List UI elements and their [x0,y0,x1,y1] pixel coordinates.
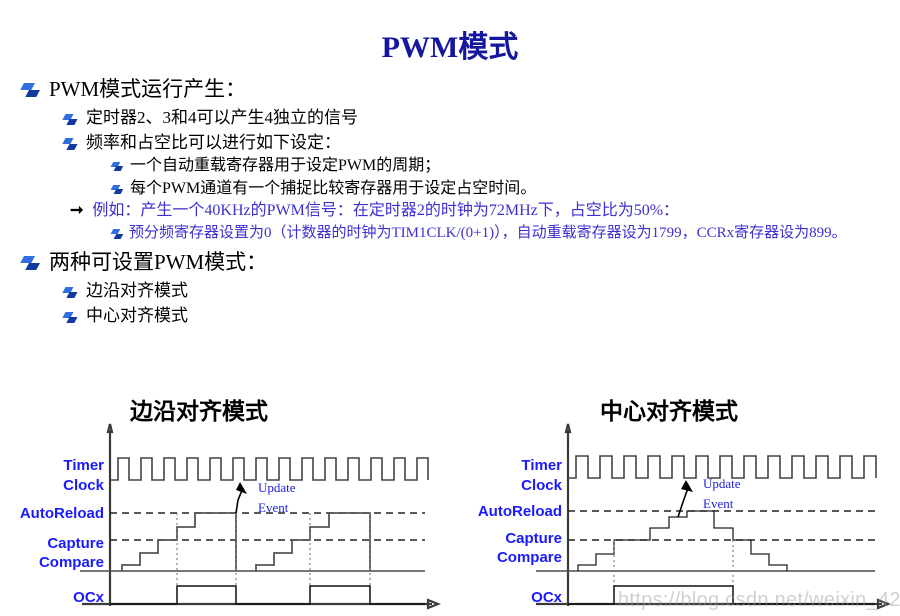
list-item-label: 定时器2、3和4可以产生4独立的信号 [86,107,358,127]
label-timer: Timer [521,457,562,474]
label-compare: Compare [497,549,562,566]
arrow-right-icon: ➞ [70,202,84,220]
list-item-label: PWM模式运行产生： [49,77,247,101]
label-clock: Clock [63,477,105,494]
list-item-example: ➞ 例如：产生一个40KHz的PWM信号：在定时器2的时钟为72MHz下，占空比… [70,201,900,221]
list-item: 频率和占空比可以进行如下设定： [62,132,900,154]
list-item: 中心对齐模式 [62,305,900,327]
label-autoreload: AutoReload [478,503,562,520]
list-item: PWM模式运行产生： [20,76,900,103]
list-item-label: 频率和占空比可以进行如下设定： [86,132,341,152]
label-event: Event [703,496,734,511]
list-item: 预分频寄存器设置为0（计数器的时钟为TIM1CLK/(0+1)），自动重载寄存器… [110,224,900,244]
diagram-center-waveform: Timer Clock AutoReload Capture Compare O… [478,423,891,610]
list-item-label: 两种可设置PWM模式： [49,250,268,275]
pp-parallelogram-icon [110,184,124,195]
label-timer: Timer [63,457,104,474]
list-item: 每个PWM通道有一个捕捉比较寄存器用于设定占空时间。 [110,179,900,199]
list-item-label: 例如：产生一个40KHz的PWM信号：在定时器2的时钟为72MHz下，占空比为5… [92,202,680,220]
pp-parallelogram-icon [20,255,40,272]
pp-parallelogram-icon [62,138,78,151]
list-item: 两种可设置PWM模式： [20,249,900,276]
label-ocx: OCx [73,589,105,606]
pp-parallelogram-icon [20,82,40,99]
label-autoreload: AutoReload [20,505,104,522]
list-item-label: 预分频寄存器设置为0（计数器的时钟为TIM1CLK/(0+1)），自动重载寄存器… [129,224,847,241]
pp-parallelogram-icon [110,161,124,172]
list-item-label: 中心对齐模式 [86,305,188,325]
pp-parallelogram-icon [62,286,78,299]
page-title: PWM模式 [381,31,519,64]
diagram-edge-waveform: Timer Clock AutoReload Capture Compare O… [20,423,441,610]
label-compare: Compare [39,554,104,571]
label-ocx: OCx [531,589,563,606]
pp-parallelogram-icon [110,229,124,240]
label-capture: Capture [47,535,104,552]
label-event: Event [258,500,289,515]
label-clock: Clock [521,477,563,494]
pp-parallelogram-icon [62,113,78,126]
list-item-label: 边沿对齐模式 [86,281,188,301]
diagram-area: 边沿对齐模式 Timer Clock AutoReload Capture Co… [0,392,900,616]
diagram-edge-aligned: 边沿对齐模式 Timer Clock AutoReload Capture Co… [0,392,450,616]
list-item: 定时器2、3和4可以产生4独立的信号 [62,107,900,129]
label-capture: Capture [505,530,562,547]
list-item: 边沿对齐模式 [62,280,900,302]
outline-list: PWM模式运行产生： 定时器2、3和4可以产生4独立的信号 频率和占空比可以进行… [0,76,900,330]
label-update: Update [703,476,741,491]
list-item: 一个自动重载寄存器用于设定PWM的周期； [110,156,900,176]
pp-parallelogram-icon [62,311,78,324]
label-update: Update [258,480,296,495]
diagram-center-aligned: 中心对齐模式 Timer Clock AutoReload Capture Co… [450,392,900,616]
list-item-label: 每个PWM通道有一个捕捉比较寄存器用于设定占空时间。 [130,179,537,197]
list-item-label: 一个自动重载寄存器用于设定PWM的周期； [130,157,441,175]
